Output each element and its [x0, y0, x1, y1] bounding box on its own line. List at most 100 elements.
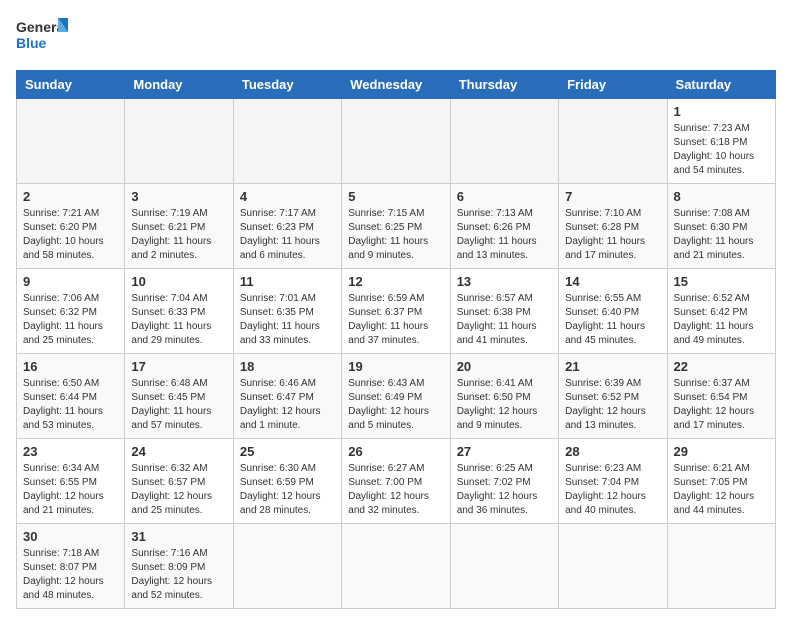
calendar-cell: 7 Sunrise: 7:10 AM Sunset: 6:28 PM Daylig…	[559, 184, 667, 269]
day-number: 6	[457, 189, 552, 204]
day-number: 30	[23, 529, 118, 544]
day-info: Sunrise: 6:46 AM Sunset: 6:47 PM Dayligh…	[240, 377, 335, 433]
day-info: Sunrise: 7:21 AM Sunset: 6:20 PM Dayligh…	[23, 207, 118, 263]
calendar-cell: 19Sunrise: 6:43 AM Sunset: 6:49 PM Dayli…	[342, 354, 450, 439]
header-day-wednesday: Wednesday	[342, 71, 450, 99]
week-row-2: 2 Sunrise: 7:21 AM Sunset: 6:20 PM Daylig…	[17, 184, 776, 269]
calendar-cell: 2 Sunrise: 7:21 AM Sunset: 6:20 PM Daylig…	[17, 184, 125, 269]
day-number: 11	[240, 274, 335, 289]
day-number: 19	[348, 359, 443, 374]
day-info: Sunrise: 6:39 AM Sunset: 6:52 PM Dayligh…	[565, 377, 660, 433]
day-info: Sunrise: 6:48 AM Sunset: 6:45 PM Dayligh…	[131, 377, 226, 433]
day-info: Sunrise: 7:23 AM Sunset: 6:18 PM Dayligh…	[674, 122, 769, 178]
day-number: 7	[565, 189, 660, 204]
day-info: Sunrise: 6:32 AM Sunset: 6:57 PM Dayligh…	[131, 462, 226, 518]
day-number: 28	[565, 444, 660, 459]
header-day-saturday: Saturday	[667, 71, 775, 99]
day-number: 12	[348, 274, 443, 289]
calendar-body: 1 Sunrise: 7:23 AM Sunset: 6:18 PM Daylig…	[17, 99, 776, 609]
calendar-cell: 14Sunrise: 6:55 AM Sunset: 6:40 PM Dayli…	[559, 269, 667, 354]
calendar-header: SundayMondayTuesdayWednesdayThursdayFrid…	[17, 71, 776, 99]
calendar-cell: 18Sunrise: 6:46 AM Sunset: 6:47 PM Dayli…	[233, 354, 341, 439]
day-info: Sunrise: 6:57 AM Sunset: 6:38 PM Dayligh…	[457, 292, 552, 348]
calendar-cell: 26 Sunrise: 6:27 AM Sunset: 7:00 PM Dayli…	[342, 439, 450, 524]
calendar-cell: 31 Sunrise: 7:16 AM Sunset: 8:09 PM Dayli…	[125, 524, 233, 609]
day-info: Sunrise: 7:06 AM Sunset: 6:32 PM Dayligh…	[23, 292, 118, 348]
day-number: 23	[23, 444, 118, 459]
logo-svg: GeneralBlue	[16, 16, 68, 58]
header-day-tuesday: Tuesday	[233, 71, 341, 99]
day-number: 2	[23, 189, 118, 204]
day-info: Sunrise: 6:52 AM Sunset: 6:42 PM Dayligh…	[674, 292, 769, 348]
day-info: Sunrise: 7:10 AM Sunset: 6:28 PM Dayligh…	[565, 207, 660, 263]
day-number: 24	[131, 444, 226, 459]
calendar-cell	[233, 524, 341, 609]
calendar-cell: 12 Sunrise: 6:59 AM Sunset: 6:37 PM Dayli…	[342, 269, 450, 354]
calendar-cell: 10Sunrise: 7:04 AM Sunset: 6:33 PM Dayli…	[125, 269, 233, 354]
calendar-cell: 1 Sunrise: 7:23 AM Sunset: 6:18 PM Daylig…	[667, 99, 775, 184]
day-info: Sunrise: 6:37 AM Sunset: 6:54 PM Dayligh…	[674, 377, 769, 433]
calendar-cell	[667, 524, 775, 609]
day-number: 10	[131, 274, 226, 289]
day-info: Sunrise: 6:25 AM Sunset: 7:02 PM Dayligh…	[457, 462, 552, 518]
calendar-cell	[559, 524, 667, 609]
day-number: 27	[457, 444, 552, 459]
week-row-1: 1 Sunrise: 7:23 AM Sunset: 6:18 PM Daylig…	[17, 99, 776, 184]
calendar-cell	[450, 524, 558, 609]
day-info: Sunrise: 6:59 AM Sunset: 6:37 PM Dayligh…	[348, 292, 443, 348]
day-info: Sunrise: 7:01 AM Sunset: 6:35 PM Dayligh…	[240, 292, 335, 348]
calendar-cell: 22 Sunrise: 6:37 AM Sunset: 6:54 PM Dayli…	[667, 354, 775, 439]
day-info: Sunrise: 6:23 AM Sunset: 7:04 PM Dayligh…	[565, 462, 660, 518]
calendar-cell: 30 Sunrise: 7:18 AM Sunset: 8:07 PM Dayli…	[17, 524, 125, 609]
header-day-monday: Monday	[125, 71, 233, 99]
calendar-cell: 24 Sunrise: 6:32 AM Sunset: 6:57 PM Dayli…	[125, 439, 233, 524]
calendar-cell: 23Sunrise: 6:34 AM Sunset: 6:55 PM Dayli…	[17, 439, 125, 524]
day-info: Sunrise: 7:15 AM Sunset: 6:25 PM Dayligh…	[348, 207, 443, 263]
day-number: 17	[131, 359, 226, 374]
day-number: 16	[23, 359, 118, 374]
day-info: Sunrise: 6:21 AM Sunset: 7:05 PM Dayligh…	[674, 462, 769, 518]
calendar-cell: 29 Sunrise: 6:21 AM Sunset: 7:05 PM Dayli…	[667, 439, 775, 524]
calendar-cell: 9 Sunrise: 7:06 AM Sunset: 6:32 PM Daylig…	[17, 269, 125, 354]
day-number: 5	[348, 189, 443, 204]
calendar-cell: 28 Sunrise: 6:23 AM Sunset: 7:04 PM Dayli…	[559, 439, 667, 524]
calendar-cell: 20Sunrise: 6:41 AM Sunset: 6:50 PM Dayli…	[450, 354, 558, 439]
day-info: Sunrise: 7:13 AM Sunset: 6:26 PM Dayligh…	[457, 207, 552, 263]
calendar-cell: 17 Sunrise: 6:48 AM Sunset: 6:45 PM Dayli…	[125, 354, 233, 439]
calendar-cell: 15 Sunrise: 6:52 AM Sunset: 6:42 PM Dayli…	[667, 269, 775, 354]
day-number: 9	[23, 274, 118, 289]
calendar-cell: 13 Sunrise: 6:57 AM Sunset: 6:38 PM Dayli…	[450, 269, 558, 354]
day-number: 22	[674, 359, 769, 374]
calendar-cell: 4Sunrise: 7:17 AM Sunset: 6:23 PM Daylig…	[233, 184, 341, 269]
day-info: Sunrise: 7:08 AM Sunset: 6:30 PM Dayligh…	[674, 207, 769, 263]
day-info: Sunrise: 7:19 AM Sunset: 6:21 PM Dayligh…	[131, 207, 226, 263]
header: GeneralBlue	[16, 16, 776, 58]
day-number: 20	[457, 359, 552, 374]
day-number: 15	[674, 274, 769, 289]
calendar-cell	[559, 99, 667, 184]
header-row: SundayMondayTuesdayWednesdayThursdayFrid…	[17, 71, 776, 99]
calendar-cell: 5 Sunrise: 7:15 AM Sunset: 6:25 PM Daylig…	[342, 184, 450, 269]
day-number: 29	[674, 444, 769, 459]
calendar-cell: 8Sunrise: 7:08 AM Sunset: 6:30 PM Daylig…	[667, 184, 775, 269]
day-number: 1	[674, 104, 769, 119]
day-number: 25	[240, 444, 335, 459]
day-number: 31	[131, 529, 226, 544]
day-number: 13	[457, 274, 552, 289]
logo: GeneralBlue	[16, 16, 68, 58]
week-row-6: 30 Sunrise: 7:18 AM Sunset: 8:07 PM Dayli…	[17, 524, 776, 609]
day-info: Sunrise: 7:17 AM Sunset: 6:23 PM Dayligh…	[240, 207, 335, 263]
day-info: Sunrise: 6:27 AM Sunset: 7:00 PM Dayligh…	[348, 462, 443, 518]
week-row-4: 16Sunrise: 6:50 AM Sunset: 6:44 PM Dayli…	[17, 354, 776, 439]
svg-text:Blue: Blue	[16, 35, 47, 51]
header-day-sunday: Sunday	[17, 71, 125, 99]
day-info: Sunrise: 7:18 AM Sunset: 8:07 PM Dayligh…	[23, 547, 118, 603]
day-number: 3	[131, 189, 226, 204]
calendar-cell: 25Sunrise: 6:30 AM Sunset: 6:59 PM Dayli…	[233, 439, 341, 524]
calendar-cell	[233, 99, 341, 184]
calendar-cell	[450, 99, 558, 184]
day-info: Sunrise: 7:16 AM Sunset: 8:09 PM Dayligh…	[131, 547, 226, 603]
header-day-friday: Friday	[559, 71, 667, 99]
calendar-cell: 21Sunrise: 6:39 AM Sunset: 6:52 PM Dayli…	[559, 354, 667, 439]
day-number: 26	[348, 444, 443, 459]
